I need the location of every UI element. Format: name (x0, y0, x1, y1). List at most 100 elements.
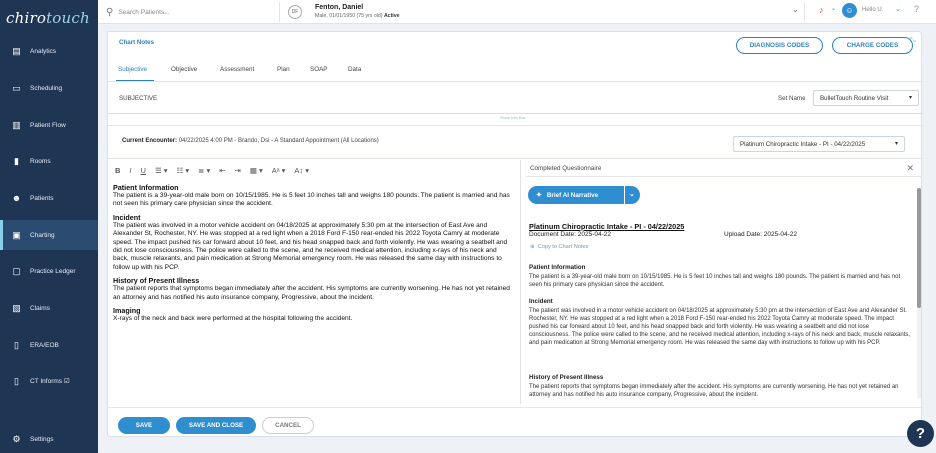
sidebar-item-patient-flow[interactable]: ▥ Patient Flow (0, 110, 98, 140)
top-bar: ⚲ Search Patients... DF Fenton, Daniel M… (98, 0, 936, 24)
sidebar-item-era-eob[interactable]: ▯ ERA/EOB (0, 330, 98, 360)
indent-button[interactable]: ⇥ (235, 166, 241, 175)
section-label: SUBJECTIVE (119, 95, 158, 102)
sidebar-item-charting[interactable]: ▣ Charting (0, 220, 98, 250)
button-separator (624, 186, 625, 204)
section-heading: History of Present Illness (529, 374, 604, 381)
current-encounter: Current Encounter: 04/22/2025 4:00 PM - … (122, 138, 379, 144)
sidebar-item-analytics[interactable]: ▤ Analytics (0, 36, 98, 66)
divider (279, 2, 280, 22)
charting-icon: ▣ (12, 229, 21, 240)
font-size-button[interactable]: Aᵃ ▾ (272, 166, 286, 175)
italic-button[interactable]: I (129, 166, 131, 175)
questionnaire-scrollbar-thumb[interactable] (917, 188, 921, 308)
sidebar-item-label: Settings (30, 435, 54, 443)
line-height-button[interactable]: A↕ ▾ (294, 166, 309, 175)
chart-notes-title: Chart Notes (119, 39, 155, 46)
sidebar-item-rooms[interactable]: ▮ Rooms (0, 146, 98, 176)
chart-notes-panel: Chart Notes DIAGNOSIS CODES CHARGE CODES… (107, 31, 923, 437)
underline-button[interactable]: U (141, 166, 146, 175)
tab-subjective[interactable]: Subjective (118, 66, 147, 73)
expand-icon[interactable]: ⤡ (910, 37, 916, 45)
help-button[interactable]: ? (907, 420, 934, 447)
sidebar-item-label: CT Informs ☑ (30, 378, 70, 385)
chirotouch-logo[interactable]: chirotouch (6, 9, 90, 27)
patient-flow-icon: ▥ (12, 119, 21, 130)
sidebar-item-scheduling[interactable]: ▭ Scheduling (0, 73, 98, 103)
divider (108, 407, 923, 408)
show-info-bar-toggle[interactable]: Show Info Bar (500, 115, 525, 120)
patient-avatar[interactable]: DF (288, 5, 302, 19)
diagnosis-codes-button[interactable]: DIAGNOSIS CODES (736, 37, 823, 54)
caret-down-icon: ▾ (908, 95, 912, 101)
close-icon[interactable]: ✕ (906, 163, 914, 174)
sidebar-item-label: ERA/EOB (30, 341, 59, 349)
sidebar-item-practice-ledger[interactable]: ▢ Practice Ledger (0, 256, 98, 286)
editor-heading: Incident (113, 212, 141, 222)
patient-search[interactable]: ⚲ Search Patients... (106, 4, 276, 20)
editor-paragraph: The patient was involved in a motor vehi… (113, 221, 508, 271)
save-button[interactable]: SAVE (118, 417, 170, 434)
sidebar-item-ct-informs[interactable]: ▯ CT Informs ☑ (0, 366, 98, 396)
questionnaire-panel-title: Completed Questionnaire (530, 165, 602, 172)
set-name-label: Set Name (778, 95, 806, 102)
tab-assessment[interactable]: Assessment (220, 66, 254, 73)
brief-ai-narrative-button[interactable]: ✦ Brief AI Narrative ⌄ (528, 186, 640, 204)
sidebar-item-claims[interactable]: ▧ Claims (0, 293, 98, 323)
tab-soap[interactable]: SOAP (310, 66, 328, 73)
table-button[interactable]: ▦ ▾ (250, 166, 263, 175)
chevron-down-icon[interactable]: ⌄ (895, 5, 901, 13)
questionnaire-select[interactable]: Platinum Chiropractic Intake - PI - 04/2… (733, 136, 905, 152)
user-name[interactable]: Hello U. (862, 7, 883, 13)
search-input[interactable]: Search Patients... (118, 9, 169, 16)
panel-divider[interactable] (520, 160, 521, 404)
patient-info: Male, 01/01/1950 (75 yrs old) Active (315, 13, 400, 19)
save-and-close-button[interactable]: SAVE AND CLOSE (176, 417, 256, 434)
editor-paragraph: The patient reports that symptoms began … (113, 285, 510, 301)
questionnaire-title[interactable]: Platinum Chiropractic Intake - PI - 04/2… (529, 222, 684, 231)
set-name-select[interactable]: BulletTouch Routine Visit ▾ (813, 90, 919, 106)
divider (108, 125, 923, 126)
help-circle-icon[interactable]: ? (914, 4, 919, 14)
document-date: Document Date: 2025-04-22 (529, 231, 612, 238)
section-text: The patient reports that symptoms began … (529, 384, 899, 398)
subjective-editor[interactable]: Patient Information The patient is a 39-… (113, 183, 514, 323)
sidebar-item-patients[interactable]: ☻ Patients (0, 183, 98, 213)
ct-informs-icon: ▯ (14, 375, 19, 386)
tab-data[interactable]: Data (348, 66, 361, 73)
chevron-down-icon[interactable]: ⌄ (629, 190, 635, 198)
editor-heading: Imaging (113, 306, 141, 316)
user-avatar[interactable]: ☺ (842, 3, 857, 18)
chevron-down-icon[interactable]: ⌄ (792, 5, 799, 14)
questionnaire-section: Patient Information The patient is a 39-… (529, 264, 911, 289)
editor-heading: Patient Information (113, 183, 179, 192)
editor-paragraph: The patient is a 39-year-old male born o… (113, 192, 510, 208)
era-eob-icon: ▯ (14, 339, 19, 350)
sidebar-item-label: Scheduling (30, 84, 63, 92)
editor-toolbar: B I U ☰ ▾ ☷ ▾ ≣ ▾ ⇤ ⇥ ▦ ▾ Aᵃ ▾ A↕ ▾ (115, 163, 318, 177)
patient-name[interactable]: Fenton, Daniel (315, 4, 363, 11)
divider (108, 81, 923, 82)
divider (108, 113, 923, 114)
sidebar-item-label: Practice Ledger (30, 267, 76, 275)
notification-bell-icon[interactable]: ♪ (819, 5, 824, 15)
sparkle-icon: ✦ (536, 192, 542, 199)
divider (804, 2, 805, 22)
brief-ai-narrative-label: Brief AI Narrative (546, 191, 599, 199)
cancel-button[interactable]: CANCEL (262, 417, 314, 434)
numbered-list-button[interactable]: ☷ ▾ (177, 166, 190, 175)
editor-paragraph: X-rays of the neck and back were perform… (113, 315, 353, 323)
bullet-list-button[interactable]: ☰ ▾ (155, 166, 168, 175)
bold-button[interactable]: B (115, 166, 120, 175)
tab-objective[interactable]: Objective (171, 66, 197, 73)
calendar-icon: ▭ (12, 82, 21, 93)
align-button[interactable]: ≣ ▾ (198, 166, 210, 175)
section-text: The patient was involved in a motor vehi… (529, 308, 911, 346)
chevron-down-icon[interactable]: ⌄ (831, 5, 836, 12)
copy-to-chart-notes-link[interactable]: ⊕ Copy to Chart Notes (530, 244, 588, 250)
tab-plan[interactable]: Plan (277, 66, 290, 73)
sidebar-item-settings[interactable]: ⚙ Settings (0, 424, 98, 453)
section-heading: Incident (529, 298, 553, 305)
charge-codes-button[interactable]: CHARGE CODES (832, 37, 913, 54)
outdent-button[interactable]: ⇤ (219, 166, 225, 175)
